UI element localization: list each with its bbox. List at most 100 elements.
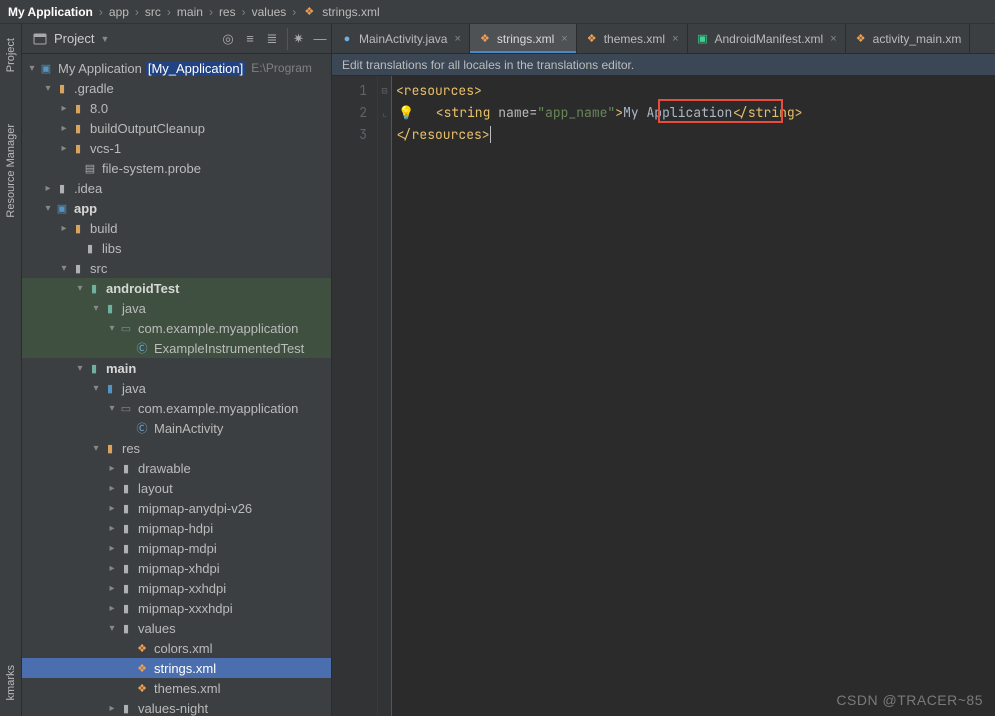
tree-item[interactable]: ▾▮androidTest xyxy=(22,278,331,298)
tree-item[interactable]: ▾▭com.example.myapplication xyxy=(22,318,331,338)
line-number: 2 xyxy=(332,102,367,124)
chevron-right-icon[interactable]: ▸ xyxy=(106,583,118,594)
tree-item[interactable]: ❖colors.xml xyxy=(22,638,331,658)
code-area[interactable]: 1 2 3 ⊟ ⌞ <resources> 💡 <string name="ap… xyxy=(332,76,995,716)
close-icon[interactable]: × xyxy=(454,33,460,45)
tree-item[interactable]: ▸▮mipmap-xxxhdpi xyxy=(22,598,331,618)
tree-root[interactable]: ▾ ▣ My Application [My_Application] E:\P… xyxy=(22,58,331,78)
chevron-down-icon[interactable]: ▾ xyxy=(106,403,118,414)
tree-item[interactable]: ▸▮layout xyxy=(22,478,331,498)
tree-item[interactable]: ▾▮src xyxy=(22,258,331,278)
locate-icon[interactable]: ◎ xyxy=(217,28,239,50)
chevron-down-icon[interactable]: ▾ xyxy=(90,383,102,394)
close-icon[interactable]: × xyxy=(830,33,836,45)
tree-item[interactable]: ▾▮.gradle xyxy=(22,78,331,98)
tree-item[interactable]: ⒸMainActivity xyxy=(22,418,331,438)
chevron-right-icon[interactable]: ▸ xyxy=(58,123,70,134)
crumb-app[interactable]: app xyxy=(109,5,129,19)
folder-icon: ▮ xyxy=(102,300,118,316)
collapse-all-icon[interactable]: ≣ xyxy=(261,28,283,50)
close-icon[interactable]: × xyxy=(561,33,567,45)
chevron-down-icon[interactable]: ▾ xyxy=(74,283,86,294)
caret xyxy=(490,126,499,143)
xml-file-icon: ❖ xyxy=(134,680,150,696)
chevron-down-icon[interactable]: ▾ xyxy=(106,623,118,634)
tree-item[interactable]: ▸▮mipmap-xhdpi xyxy=(22,558,331,578)
tab-themes[interactable]: ❖ themes.xml × xyxy=(577,24,688,53)
tree-item[interactable]: ▸▮vcs-1 xyxy=(22,138,331,158)
tree-item[interactable]: ▸▮mipmap-xxhdpi xyxy=(22,578,331,598)
tree-item[interactable]: ▾▮res xyxy=(22,438,331,458)
chevron-right-icon[interactable]: ▸ xyxy=(106,563,118,574)
chevron-down-icon[interactable]: ▾ xyxy=(90,443,102,454)
tab-mainactivity[interactable]: ● MainActivity.java × xyxy=(332,24,470,53)
chevron-right-icon[interactable]: ▸ xyxy=(106,523,118,534)
tree-item[interactable]: ❖themes.xml xyxy=(22,678,331,698)
crumb-root[interactable]: My Application xyxy=(8,5,93,19)
chevron-down-icon[interactable]: ▾ xyxy=(42,83,54,94)
fold-gutter[interactable]: ⊟ ⌞ xyxy=(378,76,392,716)
tree-item[interactable]: ▸▮mipmap-hdpi xyxy=(22,518,331,538)
fold-end-icon[interactable]: ⌞ xyxy=(378,102,391,124)
editor-banner[interactable]: Edit translations for all locales in the… xyxy=(332,54,995,76)
tab-strings[interactable]: ❖ strings.xml × xyxy=(470,24,577,53)
crumb-values[interactable]: values xyxy=(252,5,287,19)
chevron-down-icon[interactable]: ▾ xyxy=(74,363,86,374)
tree-item[interactable]: ▸▮mipmap-anydpi-v26 xyxy=(22,498,331,518)
folder-icon: ▮ xyxy=(118,580,134,596)
chevron-right-icon[interactable]: ▸ xyxy=(106,543,118,554)
tree-item[interactable]: ▮libs xyxy=(22,238,331,258)
chevron-right-icon[interactable]: ▸ xyxy=(42,183,54,194)
chevron-down-icon[interactable]: ▾ xyxy=(58,263,70,274)
chevron-right-icon[interactable]: ▸ xyxy=(58,103,70,114)
tree-item[interactable]: ▸▮8.0 xyxy=(22,98,331,118)
chevron-right-icon[interactable]: ▸ xyxy=(106,483,118,494)
chevron-down-icon[interactable]: ▾ xyxy=(106,323,118,334)
xml-tag: </resources> xyxy=(396,126,490,143)
crumb-file[interactable]: strings.xml xyxy=(322,5,379,19)
tree-item[interactable]: ▸▮mipmap-mdpi xyxy=(22,538,331,558)
crumb-src[interactable]: src xyxy=(145,5,161,19)
tree-item[interactable]: ▾▮main xyxy=(22,358,331,378)
folder-icon: ▮ xyxy=(82,240,98,256)
tree-item[interactable]: ▾▭com.example.myapplication xyxy=(22,398,331,418)
crumb-main[interactable]: main xyxy=(177,5,203,19)
tree-item[interactable]: ▾▮values xyxy=(22,618,331,638)
tree-item[interactable]: ⒸExampleInstrumentedTest xyxy=(22,338,331,358)
project-tree[interactable]: ▾ ▣ My Application [My_Application] E:\P… xyxy=(22,54,332,716)
chevron-down-icon[interactable]: ▾ xyxy=(42,203,54,214)
chevron-down-icon[interactable]: ▾ xyxy=(90,303,102,314)
tree-item[interactable]: ▾▣app xyxy=(22,198,331,218)
tree-item[interactable]: ▸▮build xyxy=(22,218,331,238)
expand-all-icon[interactable]: ≡ xyxy=(239,28,261,50)
close-icon[interactable]: × xyxy=(672,33,678,45)
line-gutter[interactable]: 1 2 3 xyxy=(332,76,378,716)
tree-item[interactable]: ▾▮java xyxy=(22,298,331,318)
intention-bulb-icon[interactable]: 💡 xyxy=(398,104,414,121)
tree-item-selected[interactable]: ❖strings.xml xyxy=(22,658,331,678)
hide-panel-icon[interactable]: — xyxy=(309,28,331,50)
chevron-right-icon[interactable]: ▸ xyxy=(106,703,118,714)
side-tool-resource-manager[interactable]: Resource Manager xyxy=(3,118,19,224)
chevron-right-icon[interactable]: ▸ xyxy=(106,603,118,614)
fold-toggle-icon[interactable]: ⊟ xyxy=(378,80,391,102)
chevron-down-icon[interactable]: ▾ xyxy=(26,63,38,74)
tree-item[interactable]: ▸▮drawable xyxy=(22,458,331,478)
chevron-right-icon[interactable]: ▸ xyxy=(58,223,70,234)
tree-item[interactable]: ▾▮java xyxy=(22,378,331,398)
settings-icon[interactable]: ✷ xyxy=(287,28,309,50)
chevron-right-icon[interactable]: ▸ xyxy=(58,143,70,154)
tree-item[interactable]: ▸▮.idea xyxy=(22,178,331,198)
chevron-right-icon[interactable]: ▸ xyxy=(106,503,118,514)
tab-activitymain[interactable]: ❖ activity_main.xm xyxy=(846,24,971,53)
tab-manifest[interactable]: ▣ AndroidManifest.xml × xyxy=(688,24,846,53)
side-tool-bookmarks[interactable]: kmarks xyxy=(3,659,19,706)
tree-item[interactable]: ▸▮values-night xyxy=(22,698,331,716)
tree-item[interactable]: ▤file-system.probe xyxy=(22,158,331,178)
tree-item[interactable]: ▸▮buildOutputCleanup xyxy=(22,118,331,138)
chevron-right-icon[interactable]: ▸ xyxy=(106,463,118,474)
code-body[interactable]: <resources> 💡 <string name="app_name">My… xyxy=(392,76,995,716)
crumb-res[interactable]: res xyxy=(219,5,236,19)
project-view-selector[interactable]: Project ▼ xyxy=(32,31,109,47)
side-tool-project[interactable]: Project xyxy=(3,32,19,78)
